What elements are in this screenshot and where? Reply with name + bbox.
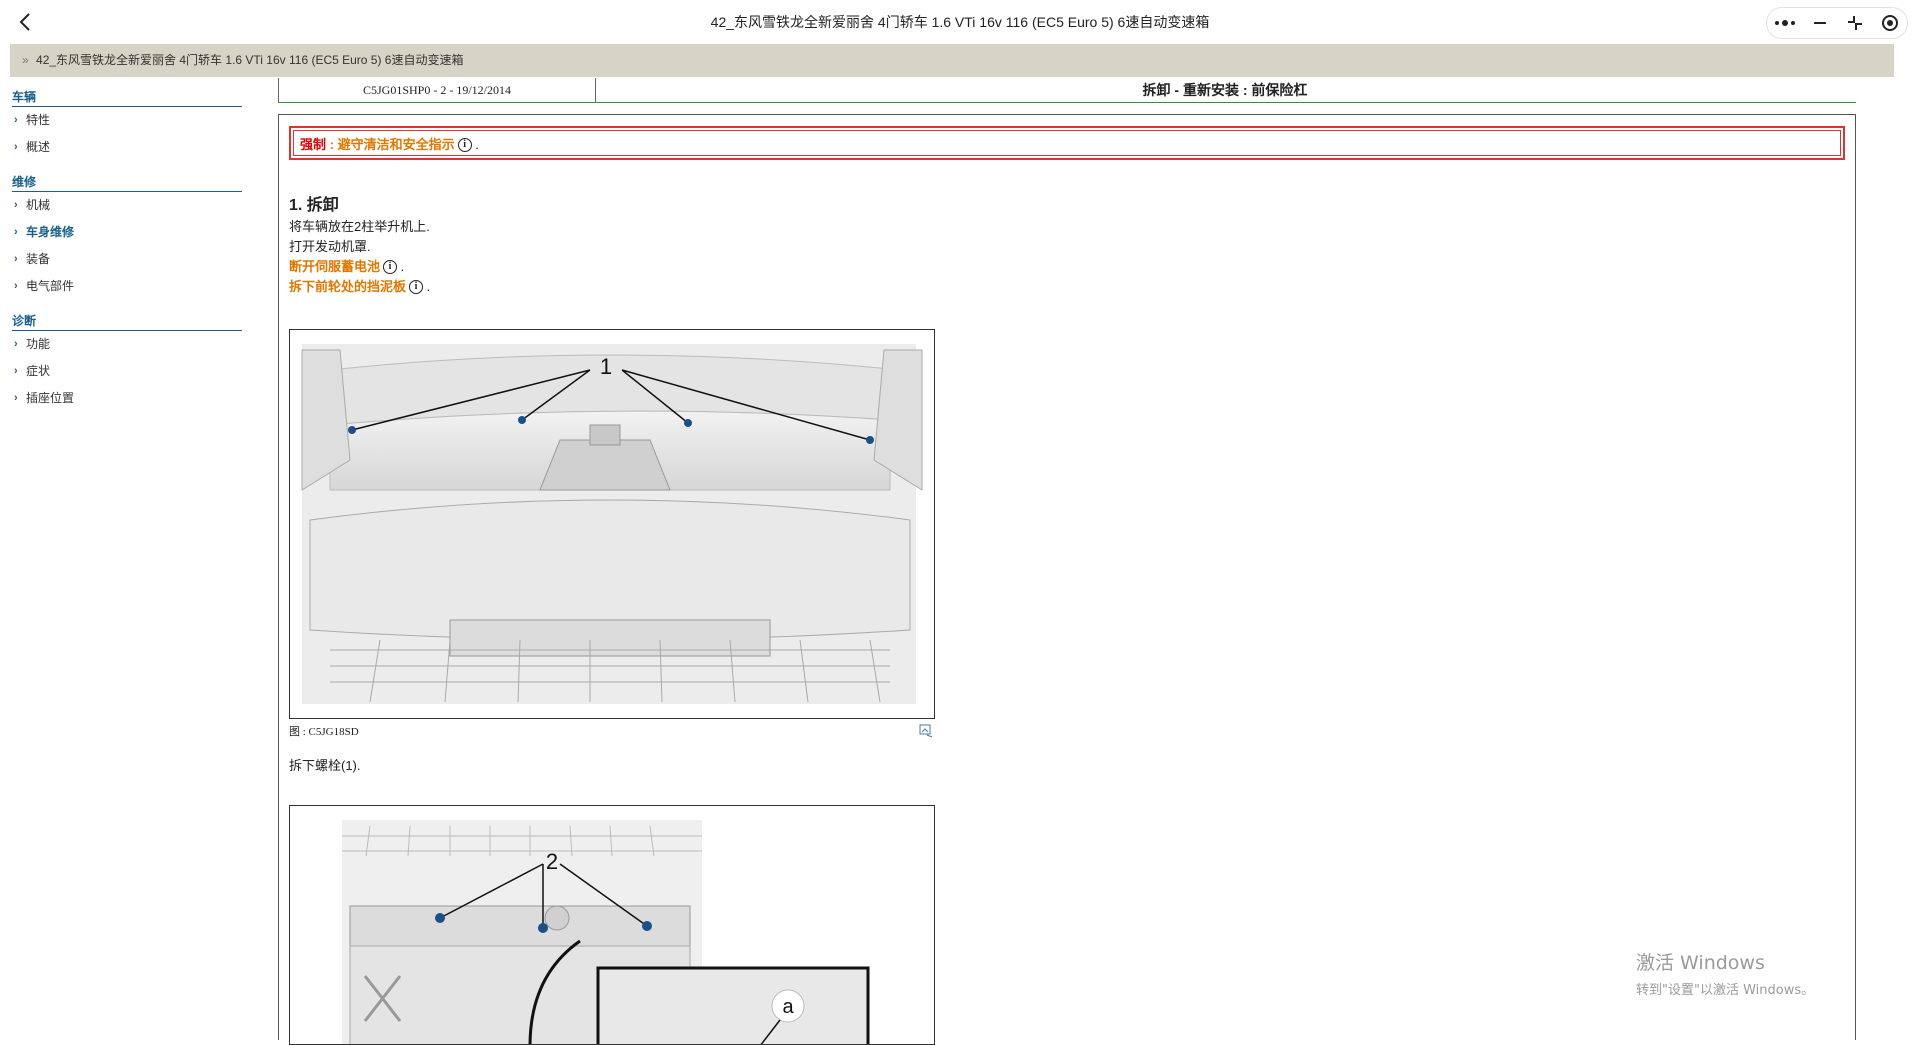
warning-separator: :	[326, 137, 338, 152]
sidebar-section-repair: 维修 › 机械 › 车身维修 › 装备 › 电气部件	[12, 171, 242, 300]
step-instructions: 将车辆放在2柱举升机上. 打开发动机罩. 断开伺服蓄电池 i . 拆下前轮处的挡泥…	[289, 217, 430, 297]
sidebar-item-electrical[interactable]: › 电气部件	[12, 273, 242, 300]
sidebar-item-label: 症状	[26, 364, 51, 378]
sidebar-item-label: 概述	[26, 140, 51, 154]
chevron-right-icon: ›	[14, 226, 18, 238]
instruction-link-line: 断开伺服蓄电池 i .	[289, 257, 430, 277]
sidebar-item-functions[interactable]: › 功能	[12, 331, 242, 358]
sidebar-item-mechanical[interactable]: › 机械	[12, 192, 242, 219]
breadcrumb-arrow: »	[22, 53, 29, 67]
under-bumper-illustration: 2 a	[342, 820, 870, 1044]
chevron-right-icon: ›	[14, 280, 18, 292]
figure-front-bumper[interactable]: 1	[289, 329, 935, 719]
chevron-right-icon: ›	[14, 365, 18, 377]
zoom-figure-button[interactable]	[919, 723, 933, 738]
warning-link[interactable]: 避守清洁和安全指示	[338, 137, 455, 152]
figure1-callout-label: 1	[600, 354, 612, 379]
sidebar-section-title: 维修	[12, 171, 242, 192]
chevron-right-icon: ›	[14, 338, 18, 350]
sidebar-item-connector-location[interactable]: › 插座位置	[12, 385, 242, 412]
sidebar-section-vehicle: 车辆 › 特性 › 概述	[12, 86, 242, 161]
link-suffix: .	[423, 279, 431, 294]
figure2-callout-label: 2	[546, 849, 558, 874]
close-button[interactable]	[1877, 10, 1903, 36]
image-zoom-icon	[919, 724, 933, 738]
info-icon[interactable]: i	[383, 260, 398, 274]
sidebar-item-label: 功能	[26, 337, 51, 351]
sidebar-item-features[interactable]: › 特性	[12, 107, 242, 134]
chevron-right-icon: ›	[14, 114, 18, 126]
more-dots-icon	[1774, 20, 1795, 26]
info-icon[interactable]: i	[457, 138, 472, 152]
sidebar-item-label: 装备	[26, 252, 51, 266]
document-content: 强制 : 避守清洁和安全指示 i . 1. 拆卸 将车辆放在2柱举升机上. 打开发…	[278, 114, 1856, 1045]
more-button[interactable]	[1772, 10, 1798, 36]
figure-under-bumper[interactable]: 2 a	[289, 805, 935, 1045]
sidebar-item-label: 特性	[26, 113, 51, 127]
front-bumper-illustration: 1	[301, 344, 923, 704]
link-suffix: .	[397, 259, 405, 274]
sidebar-item-label: 插座位置	[26, 391, 75, 405]
instruction-line: 打开发动机罩.	[289, 239, 371, 254]
sidebar: 车辆 › 特性 › 概述 维修 › 机械 › 车身维修 › 装备 › 电气部件 诊断 › 功能…	[12, 84, 242, 422]
document-code: C5JG01SHP0 - 2 - 19/12/2014	[278, 78, 596, 102]
warning-suffix: .	[471, 137, 479, 152]
disconnect-battery-link[interactable]: 断开伺服蓄电池	[289, 259, 380, 274]
document-heading: 拆卸 - 重新安装 : 前保险杠	[1142, 82, 1308, 98]
remove-mudguard-link[interactable]: 拆下前轮处的挡泥板	[289, 279, 406, 294]
restore-button[interactable]	[1842, 10, 1868, 36]
minimize-button[interactable]	[1807, 10, 1833, 36]
chevron-right-icon: ›	[14, 141, 18, 153]
warning-box: 强制 : 避守清洁和安全指示 i .	[289, 126, 1845, 160]
chevron-right-icon: ›	[14, 253, 18, 265]
target-close-icon	[1881, 15, 1898, 31]
figure2-detail-label: a	[782, 996, 794, 1018]
info-icon[interactable]: i	[409, 280, 424, 294]
step-note: 拆下螺栓(1).	[289, 758, 361, 773]
warning-inner: 强制 : 避守清洁和安全指示 i .	[293, 130, 1841, 156]
warning-label: 强制	[300, 137, 327, 152]
sidebar-section-diagnosis: 诊断 › 功能 › 症状 › 插座位置	[12, 310, 242, 412]
sidebar-item-overview[interactable]: › 概述	[12, 134, 242, 161]
sidebar-item-equipment[interactable]: › 装备	[12, 246, 242, 273]
chevron-right-icon: ›	[14, 392, 18, 404]
window-titlebar: 42_东风雪铁龙全新爱丽舍 4门轿车 1.6 VTi 16v 116 (EC5 …	[0, 0, 1920, 44]
sidebar-item-label: 车身维修	[26, 225, 75, 239]
breadcrumb-text[interactable]: 42_东风雪铁龙全新爱丽舍 4门轿车 1.6 VTi 16v 116 (EC5 …	[36, 53, 463, 67]
minimize-icon	[1813, 22, 1826, 24]
instruction-line: 将车辆放在2柱举升机上.	[289, 219, 430, 234]
sidebar-item-symptoms[interactable]: › 症状	[12, 358, 242, 385]
figure1-caption: 图 : C5JG18SD	[289, 726, 359, 738]
windows-activation-watermark: 激活 Windows 转到"设置"以激活 Windows。	[1636, 948, 1814, 998]
sidebar-item-label: 电气部件	[26, 279, 75, 293]
restore-arrows-icon	[1847, 16, 1862, 30]
sidebar-section-title: 诊断	[12, 310, 242, 331]
window-title: 42_东风雪铁龙全新爱丽舍 4门轿车 1.6 VTi 16v 116 (EC5 …	[710, 14, 1210, 30]
step-title: 1. 拆卸	[289, 197, 339, 214]
sidebar-section-title: 车辆	[12, 86, 242, 107]
watermark-subtitle: 转到"设置"以激活 Windows。	[1636, 983, 1815, 998]
document-header: C5JG01SHP0 - 2 - 19/12/2014 拆卸 - 重新安装 : …	[278, 78, 1856, 103]
sidebar-item-body-repair[interactable]: › 车身维修	[12, 219, 242, 246]
instruction-link-line: 拆下前轮处的挡泥板 i .	[289, 277, 430, 297]
watermark-title: 激活 Windows	[1636, 952, 1765, 974]
breadcrumb: » 42_东风雪铁龙全新爱丽舍 4门轿车 1.6 VTi 16v 116 (EC…	[10, 44, 1894, 77]
sidebar-item-label: 机械	[26, 198, 51, 212]
chevron-right-icon: ›	[14, 199, 18, 211]
window-controls	[1766, 7, 1908, 39]
